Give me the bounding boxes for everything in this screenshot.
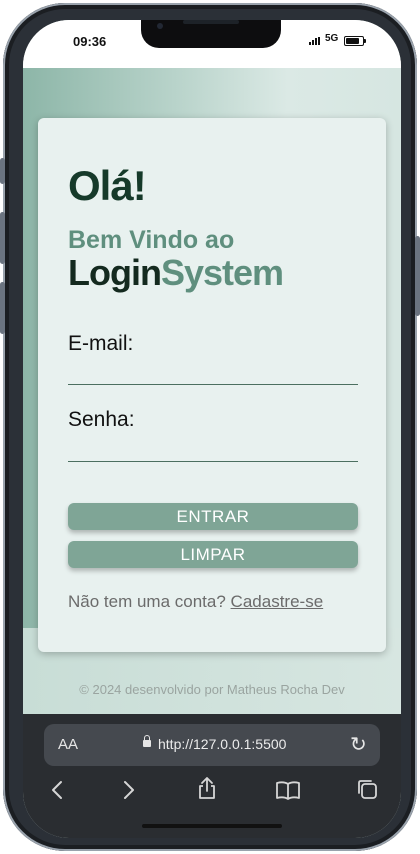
signup-prompt: Não tem uma conta? Cadastre-se xyxy=(68,592,323,612)
reload-icon[interactable]: ↻ xyxy=(350,732,367,756)
clear-button[interactable]: LIMPAR xyxy=(68,541,358,568)
camera-icon xyxy=(157,23,163,29)
share-icon[interactable] xyxy=(187,776,227,812)
bookmarks-icon[interactable] xyxy=(268,776,308,812)
brand-part-system: System xyxy=(160,252,284,293)
speaker-grille xyxy=(183,20,239,24)
welcome-text: Bem Vindo ao xyxy=(68,226,235,254)
power-button xyxy=(415,236,420,316)
password-label: Senha: xyxy=(68,408,135,431)
home-indicator[interactable] xyxy=(142,824,282,828)
email-label: E-mail: xyxy=(68,332,134,355)
back-icon[interactable] xyxy=(37,776,77,812)
brand-part-login: Login xyxy=(68,252,162,293)
network-type: 5G xyxy=(325,33,339,44)
text-size-button[interactable]: AA xyxy=(58,736,78,753)
status-time: 09:36 xyxy=(73,34,107,49)
volume-down-button xyxy=(0,282,5,334)
silent-switch xyxy=(0,158,5,184)
forward-icon[interactable] xyxy=(109,776,149,812)
web-page: Olá! Bem Vindo ao LoginSystem E-mail: Se… xyxy=(23,68,401,714)
greeting-heading: Olá! xyxy=(68,162,147,209)
email-field[interactable] xyxy=(68,356,358,385)
signal-icon xyxy=(309,37,323,45)
signup-prompt-text: Não tem uma conta? xyxy=(68,592,226,611)
footer-text: © 2024 desenvolvido por Matheus Rocha De… xyxy=(79,682,345,697)
tabs-icon[interactable] xyxy=(347,776,387,812)
notch xyxy=(141,20,281,48)
login-card: Olá! Bem Vindo ao LoginSystem E-mail: Se… xyxy=(38,118,386,652)
url-text[interactable]: http://127.0.0.1:5500 xyxy=(158,736,286,752)
password-field[interactable] xyxy=(68,433,358,462)
volume-up-button xyxy=(0,212,5,264)
screen: 09:36 5G Olá! Bem Vindo ao LoginSystem E… xyxy=(23,20,401,838)
lock-icon xyxy=(143,735,151,747)
browser-toolbar: AA http://127.0.0.1:5500 ↻ xyxy=(23,714,401,838)
signup-link[interactable]: Cadastre-se xyxy=(231,592,324,611)
submit-button[interactable]: ENTRAR xyxy=(68,503,358,530)
brand-logo-text: LoginSystem xyxy=(68,252,284,294)
address-bar[interactable]: AA http://127.0.0.1:5500 ↻ xyxy=(44,724,380,766)
battery-icon xyxy=(344,36,366,46)
